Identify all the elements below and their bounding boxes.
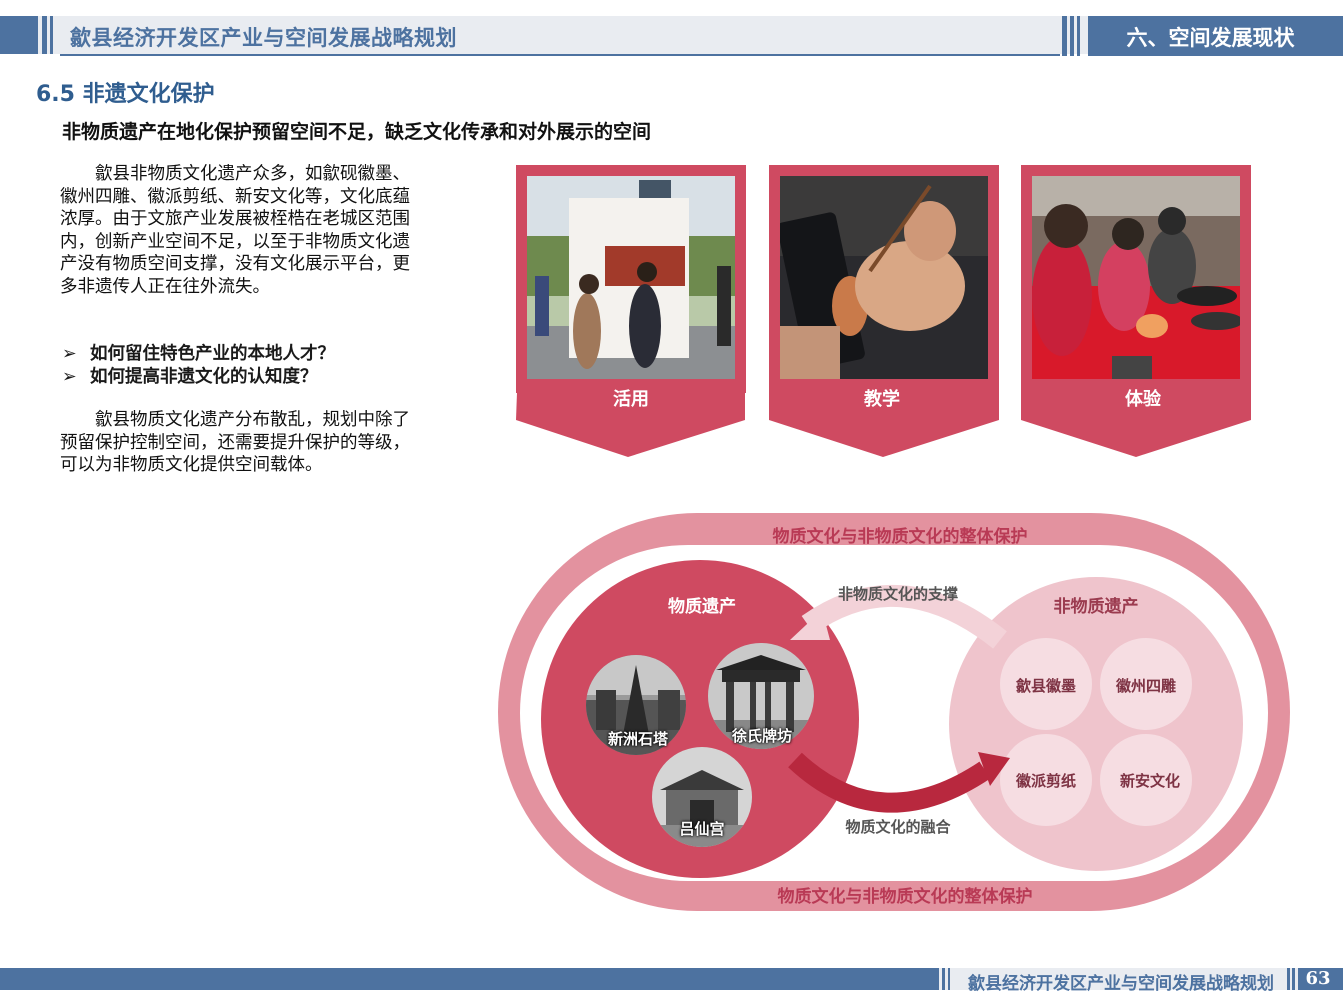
- footer-stripe: [935, 968, 939, 990]
- intangible-heritage-title: 非物质遗产: [1053, 597, 1139, 617]
- site-label-xushi: 徐氏牌坊: [731, 727, 792, 745]
- outer-label-bottom: 物质文化与非物质文化的整体保护: [777, 887, 1033, 907]
- intangible-item-label: 徽派剪纸: [1015, 772, 1076, 790]
- material-heritage-title: 物质遗产: [668, 597, 736, 617]
- heritage-diagram: [498, 513, 1290, 911]
- intangible-item-label: 徽州四雕: [1115, 677, 1176, 695]
- footer-stripe: [942, 968, 945, 990]
- outer-label-top: 物质文化与非物质文化的整体保护: [772, 527, 1028, 547]
- intangible-item-label: 歙县徽墨: [1015, 677, 1076, 695]
- footer-doc-title: 歙县经济开发区产业与空间发展战略规划: [968, 974, 1274, 994]
- footer-stripe: [948, 968, 950, 990]
- fusion-label: 物质文化的融合: [845, 818, 951, 836]
- footer-stripe: [1292, 968, 1295, 990]
- footer-stripe: [1287, 968, 1290, 990]
- intangible-item-label: 新安文化: [1119, 772, 1180, 790]
- site-label-lvxian: 吕仙宫: [679, 820, 725, 838]
- site-label-xinzhou: 新洲石塔: [607, 730, 668, 748]
- page-number: 63: [1305, 968, 1331, 989]
- support-label: 非物质文化的支撑: [837, 585, 958, 603]
